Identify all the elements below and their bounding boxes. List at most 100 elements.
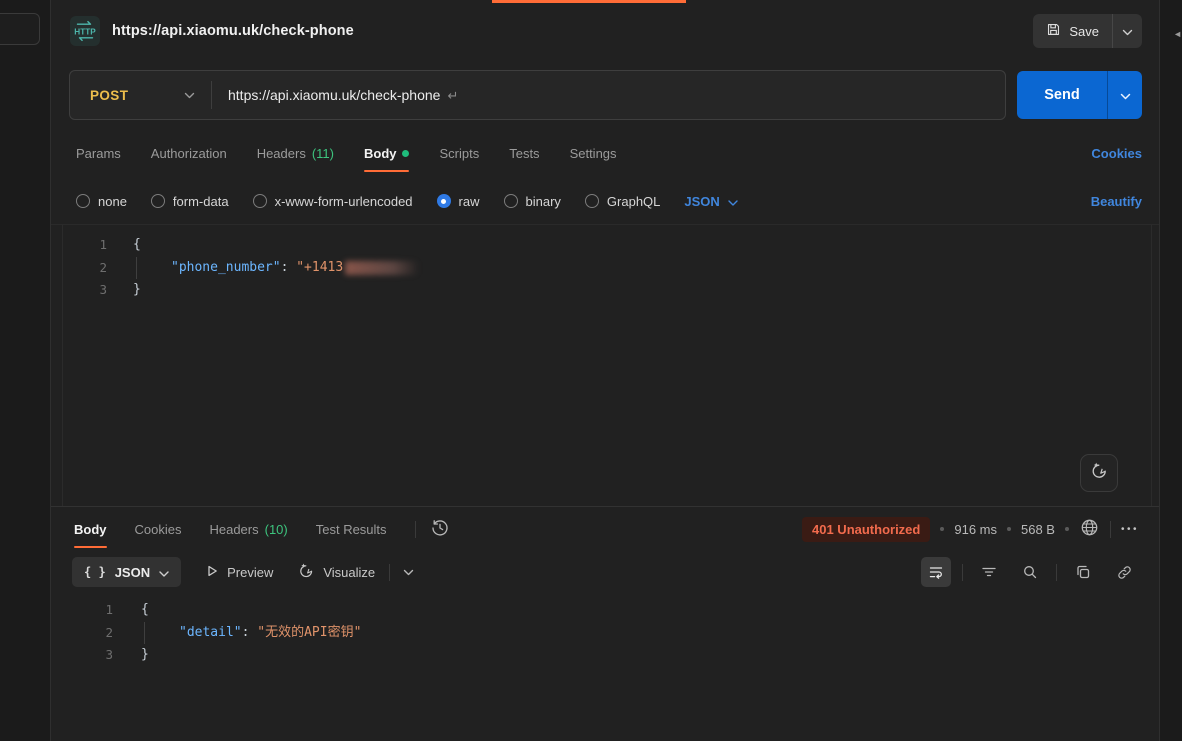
tab-label: Body xyxy=(74,522,107,537)
body-type-urlencoded[interactable]: x-www-form-urlencoded xyxy=(253,194,413,209)
response-tab-test-results[interactable]: Test Results xyxy=(316,507,387,551)
headers-count: (10) xyxy=(265,522,288,537)
http-protocol-icon: HTTP xyxy=(70,16,100,46)
more-options-icon[interactable]: ••• xyxy=(1121,524,1139,535)
network-globe-icon[interactable] xyxy=(1079,517,1100,541)
send-split-button: Send xyxy=(1017,71,1142,119)
chevron-down-icon xyxy=(184,92,195,99)
preview-button[interactable]: Preview xyxy=(205,564,273,581)
radio-icon xyxy=(585,194,599,208)
tab-body[interactable]: Body xyxy=(364,128,410,178)
status-badge[interactable]: 401 Unauthorized xyxy=(802,517,930,542)
url-input[interactable]: https://api.xiaomu.uk/check-phone↵ xyxy=(212,87,458,104)
indent-guide xyxy=(144,622,179,645)
response-tab-cookies[interactable]: Cookies xyxy=(135,507,182,551)
divider xyxy=(962,564,963,581)
search-icon[interactable] xyxy=(1015,557,1045,587)
line-number: 1 xyxy=(63,234,107,257)
cookies-link[interactable]: Cookies xyxy=(1091,146,1142,161)
radio-label: GraphQL xyxy=(607,194,660,209)
request-body-editor[interactable]: 1 { 2 "phone_number": "+1413 3 } xyxy=(62,225,1152,506)
beautify-link[interactable]: Beautify xyxy=(1091,194,1142,209)
code-line: 2 "detail": "无效的API密钥" xyxy=(51,622,1159,645)
link-icon[interactable] xyxy=(1109,557,1139,587)
response-size[interactable]: 568 B xyxy=(1021,522,1055,537)
line-number: 3 xyxy=(63,279,107,302)
radio-label: binary xyxy=(526,194,561,209)
collapsed-sidebar-item[interactable] xyxy=(0,13,40,45)
redacted-phone-number xyxy=(345,261,419,275)
left-sidebar-rail xyxy=(0,0,51,741)
code-text: "detail": "无效的API密钥" xyxy=(113,622,361,645)
tab-authorization[interactable]: Authorization xyxy=(151,128,227,178)
method-selector[interactable]: POST xyxy=(70,88,211,103)
send-options-button[interactable] xyxy=(1107,71,1142,119)
tab-settings[interactable]: Settings xyxy=(570,128,617,178)
divider xyxy=(415,521,416,538)
visualize-label: Visualize xyxy=(323,565,375,580)
tab-label: Body xyxy=(364,146,397,161)
response-toolbar: { } JSON Preview xyxy=(51,551,1159,593)
code-line: 1 { xyxy=(63,234,1151,257)
body-type-form-data[interactable]: form-data xyxy=(151,194,229,209)
tab-headers[interactable]: Headers(11) xyxy=(257,128,334,178)
preview-label: Preview xyxy=(227,565,273,580)
body-type-none[interactable]: none xyxy=(76,194,127,209)
line-number: 3 xyxy=(51,644,113,667)
tab-scripts[interactable]: Scripts xyxy=(439,128,479,178)
language-selector[interactable]: JSON xyxy=(684,194,737,209)
body-modified-dot xyxy=(402,150,409,157)
play-triangle-icon xyxy=(205,564,219,581)
send-button[interactable]: Send xyxy=(1017,71,1107,119)
divider xyxy=(389,564,390,581)
code-line: 3 } xyxy=(63,279,1151,302)
copy-icon[interactable] xyxy=(1068,557,1098,587)
visualize-button[interactable]: Visualize xyxy=(297,562,375,583)
response-format-selector[interactable]: { } JSON xyxy=(72,557,181,587)
divider xyxy=(1056,564,1057,581)
method-label: POST xyxy=(90,88,128,103)
radio-label: none xyxy=(98,194,127,209)
response-tabs: Body Cookies Headers(10) Test Results xyxy=(51,507,1159,551)
request-tabs: Params Authorization Headers(11) Body Sc… xyxy=(51,128,1159,178)
code-text: } xyxy=(107,279,141,302)
response-tab-body[interactable]: Body xyxy=(74,507,107,551)
line-number: 1 xyxy=(51,599,113,622)
format-options-chevron[interactable] xyxy=(403,569,414,576)
tab-params[interactable]: Params xyxy=(76,128,121,178)
tab-tests[interactable]: Tests xyxy=(509,128,539,178)
response-history-button[interactable] xyxy=(430,518,450,541)
line-number: 2 xyxy=(63,257,107,280)
return-key-glyph: ↵ xyxy=(447,88,458,103)
chevron-down-icon xyxy=(728,194,738,209)
radio-label: form-data xyxy=(173,194,229,209)
response-time[interactable]: 916 ms xyxy=(954,522,997,537)
history-clock-icon xyxy=(430,518,450,541)
radio-icon xyxy=(76,194,90,208)
body-type-raw[interactable]: raw xyxy=(437,194,480,209)
right-sidebar-rail: ◄ xyxy=(1159,0,1182,741)
save-options-button[interactable] xyxy=(1112,14,1142,48)
wrap-text-button[interactable] xyxy=(921,557,951,587)
postbot-button[interactable] xyxy=(1080,454,1118,492)
radio-icon xyxy=(253,194,267,208)
save-button-label: Save xyxy=(1069,24,1099,39)
radio-label: x-www-form-urlencoded xyxy=(275,194,413,209)
body-type-binary[interactable]: binary xyxy=(504,194,561,209)
response-tab-headers[interactable]: Headers(10) xyxy=(209,507,287,551)
line-number: 2 xyxy=(51,622,113,645)
filter-icon[interactable] xyxy=(974,557,1004,587)
code-text: } xyxy=(113,644,149,667)
save-button[interactable]: Save xyxy=(1033,14,1112,48)
divider xyxy=(1110,521,1111,538)
code-text: { xyxy=(107,234,141,257)
body-type-graphql[interactable]: GraphQL xyxy=(585,194,660,209)
separator-dot xyxy=(1065,527,1069,531)
indent-guide xyxy=(136,257,171,280)
response-body-editor[interactable]: 1 { 2 "detail": "无效的API密钥" 3 } xyxy=(51,593,1159,741)
chevron-down-icon xyxy=(1122,24,1133,39)
tab-label: Settings xyxy=(570,146,617,161)
collapsed-panel-arrow-icon[interactable]: ◄ xyxy=(1173,29,1182,39)
request-title: https://api.xiaomu.uk/check-phone xyxy=(112,23,354,39)
radio-label: raw xyxy=(459,194,480,209)
